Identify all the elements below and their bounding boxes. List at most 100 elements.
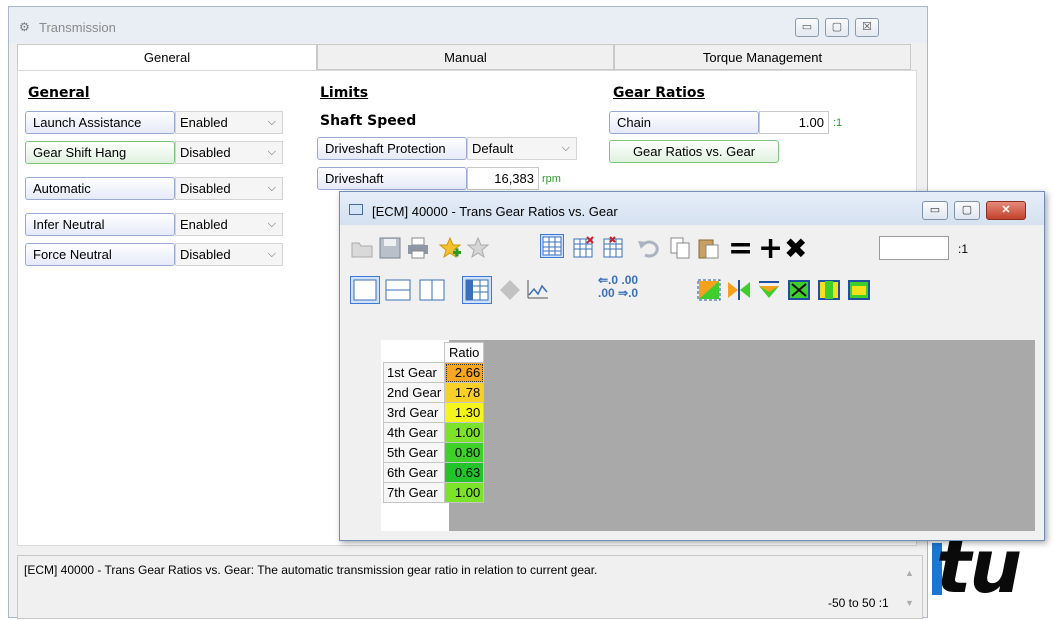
vertical-split-icon[interactable] bbox=[418, 278, 446, 302]
close-button[interactable]: ☒ bbox=[855, 18, 879, 37]
increment-precision-buttons[interactable]: ⇐.0 .00.00 ⇒.0 bbox=[598, 274, 638, 300]
table-row: 5th Gear 0.80 bbox=[382, 442, 485, 463]
open-folder-icon[interactable] bbox=[350, 236, 374, 260]
multiply-icon[interactable]: ✖ bbox=[784, 234, 807, 264]
ratio-cell[interactable]: 0.80 bbox=[444, 442, 485, 463]
tab-general[interactable]: General bbox=[17, 44, 317, 72]
ratio-cell[interactable]: 2.66 bbox=[444, 362, 485, 383]
window-title-bar: ⚙ Transmission ▭ ▢ ☒ bbox=[9, 7, 927, 43]
smooth-selection-icon[interactable] bbox=[786, 278, 812, 302]
interpolate-vertical-icon[interactable] bbox=[726, 278, 752, 302]
gear-shift-hang-label[interactable]: Gear Shift Hang bbox=[25, 141, 175, 164]
automatic-select[interactable]: Disabled ⌵ bbox=[175, 177, 283, 200]
single-view-icon[interactable] bbox=[350, 276, 380, 304]
ratio-cell[interactable]: 1.00 bbox=[444, 422, 485, 443]
shaft-speed-title: Shaft Speed bbox=[320, 113, 417, 129]
table-row: 4th Gear 1.00 bbox=[382, 422, 485, 443]
chevron-down-icon: ⌵ bbox=[561, 142, 570, 154]
ratio-cell[interactable]: 0.63 bbox=[444, 462, 485, 483]
automatic-label[interactable]: Automatic bbox=[25, 177, 175, 200]
chevron-down-icon: ⌵ bbox=[267, 218, 276, 230]
increase-precision-label[interactable]: .00 ⇒.0 bbox=[598, 287, 638, 300]
gear-row-header[interactable]: 2nd Gear bbox=[382, 382, 446, 403]
add-favorite-icon[interactable] bbox=[438, 236, 462, 260]
driveshaft-protection-row: Driveshaft Protection Default ⌵ bbox=[317, 137, 579, 160]
child-window-title: [ECM] 40000 - Trans Gear Ratios vs. Gear bbox=[372, 204, 618, 219]
factor-input[interactable] bbox=[879, 236, 949, 260]
child-close-button[interactable]: ✕ bbox=[986, 201, 1026, 220]
table-window-icon bbox=[349, 204, 363, 215]
ratio-cell[interactable]: 1.30 bbox=[444, 402, 485, 423]
gear-row-header[interactable]: 4th Gear bbox=[382, 422, 446, 443]
settings-icon: ⚙ bbox=[19, 20, 30, 34]
driveshaft-label[interactable]: Driveshaft bbox=[317, 167, 467, 190]
infer-neutral-label[interactable]: Infer Neutral bbox=[25, 213, 175, 236]
compare-table-alt-icon[interactable] bbox=[602, 236, 626, 260]
chain-unit: :1 bbox=[833, 117, 843, 129]
launch-assistance-value: Enabled bbox=[180, 115, 228, 130]
gear-ratios-section-title: Gear Ratios bbox=[613, 85, 705, 101]
gear-ratios-vs-gear-button[interactable]: Gear Ratios vs. Gear bbox=[609, 140, 779, 163]
table-row: 6th Gear 0.63 bbox=[382, 462, 485, 483]
chevron-down-icon: ⌵ bbox=[267, 146, 276, 158]
gear-row-header[interactable]: 5th Gear bbox=[382, 442, 446, 463]
ratio-cell[interactable]: 1.78 bbox=[444, 382, 485, 403]
factor-unit: :1 bbox=[958, 242, 969, 256]
tab-manual[interactable]: Manual bbox=[317, 44, 614, 70]
undo-icon[interactable] bbox=[636, 236, 660, 260]
chain-row: Chain 1.00 :1 bbox=[609, 111, 849, 134]
gear-row-header[interactable]: 6th Gear bbox=[382, 462, 446, 483]
infer-neutral-select[interactable]: Enabled ⌵ bbox=[175, 213, 283, 236]
gear-shift-hang-select[interactable]: Disabled ⌵ bbox=[175, 141, 283, 164]
minimize-button[interactable]: ▭ bbox=[795, 18, 819, 37]
table-row: 3rd Gear 1.30 bbox=[382, 402, 485, 423]
automatic-row: Automatic Disabled ⌵ bbox=[25, 177, 285, 200]
gear-ratio-table: Ratio 1st Gear 2.66 2nd Gear 1.78 3rd Gear… bbox=[382, 342, 485, 503]
chevron-down-icon: ⌵ bbox=[267, 116, 276, 128]
child-minimize-button[interactable]: ▭ bbox=[922, 201, 948, 220]
ratio-cell[interactable]: 1.00 bbox=[444, 482, 485, 503]
force-neutral-select[interactable]: Disabled ⌵ bbox=[175, 243, 283, 266]
automatic-value: Disabled bbox=[180, 181, 231, 196]
gear-row-header[interactable]: 7th Gear bbox=[382, 482, 446, 503]
gear-row-header[interactable]: 3rd Gear bbox=[382, 402, 446, 423]
interpolate-both-icon[interactable] bbox=[756, 278, 782, 302]
chain-label[interactable]: Chain bbox=[609, 111, 759, 134]
driveshaft-protection-label[interactable]: Driveshaft Protection bbox=[317, 137, 467, 160]
interpolate-horizontal-icon[interactable] bbox=[696, 278, 722, 302]
driveshaft-input[interactable]: 16,383 bbox=[467, 167, 539, 190]
launch-assistance-select[interactable]: Enabled ⌵ bbox=[175, 111, 283, 134]
line-graph-icon[interactable] bbox=[526, 278, 550, 302]
fill-selection-icon[interactable] bbox=[816, 278, 842, 302]
compare-table-icon[interactable] bbox=[572, 236, 596, 260]
paste-icon[interactable] bbox=[696, 236, 720, 260]
child-maximize-button[interactable]: ▢ bbox=[954, 201, 980, 220]
driveshaft-unit: rpm bbox=[542, 173, 561, 185]
equals-icon[interactable]: = bbox=[728, 234, 753, 264]
fill-table-icon[interactable] bbox=[846, 278, 872, 302]
table-grid-area: Ratio 1st Gear 2.66 2nd Gear 1.78 3rd Gear… bbox=[381, 340, 1035, 531]
driveshaft-protection-select[interactable]: Default ⌵ bbox=[467, 137, 577, 160]
save-icon[interactable] bbox=[378, 236, 402, 260]
tab-torque-management[interactable]: Torque Management bbox=[614, 44, 911, 70]
gear-shift-hang-row: Gear Shift Hang Disabled ⌵ bbox=[25, 141, 285, 164]
scroll-down-icon[interactable]: ▼ bbox=[905, 598, 914, 608]
table-row: 7th Gear 1.00 bbox=[382, 482, 485, 503]
table-view-icon[interactable] bbox=[540, 234, 564, 258]
chevron-down-icon: ⌵ bbox=[267, 182, 276, 194]
launch-assistance-label[interactable]: Launch Assistance bbox=[25, 111, 175, 134]
tab-strip: General Manual Torque Management bbox=[17, 44, 917, 72]
scroll-up-icon[interactable]: ▲ bbox=[905, 568, 914, 578]
horizontal-split-icon[interactable] bbox=[384, 278, 412, 302]
chain-input[interactable]: 1.00 bbox=[759, 111, 829, 134]
table-header-row: Ratio bbox=[384, 342, 485, 363]
maximize-button[interactable]: ▢ bbox=[825, 18, 849, 37]
print-icon[interactable] bbox=[406, 236, 430, 260]
remove-favorite-icon[interactable] bbox=[466, 236, 490, 260]
gear-row-header[interactable]: 1st Gear bbox=[382, 362, 446, 383]
add-icon[interactable]: + bbox=[758, 234, 783, 264]
grid-view-icon[interactable] bbox=[462, 276, 492, 304]
copy-icon[interactable] bbox=[668, 236, 692, 260]
force-neutral-label[interactable]: Force Neutral bbox=[25, 243, 175, 266]
3d-graph-icon[interactable] bbox=[498, 278, 522, 302]
